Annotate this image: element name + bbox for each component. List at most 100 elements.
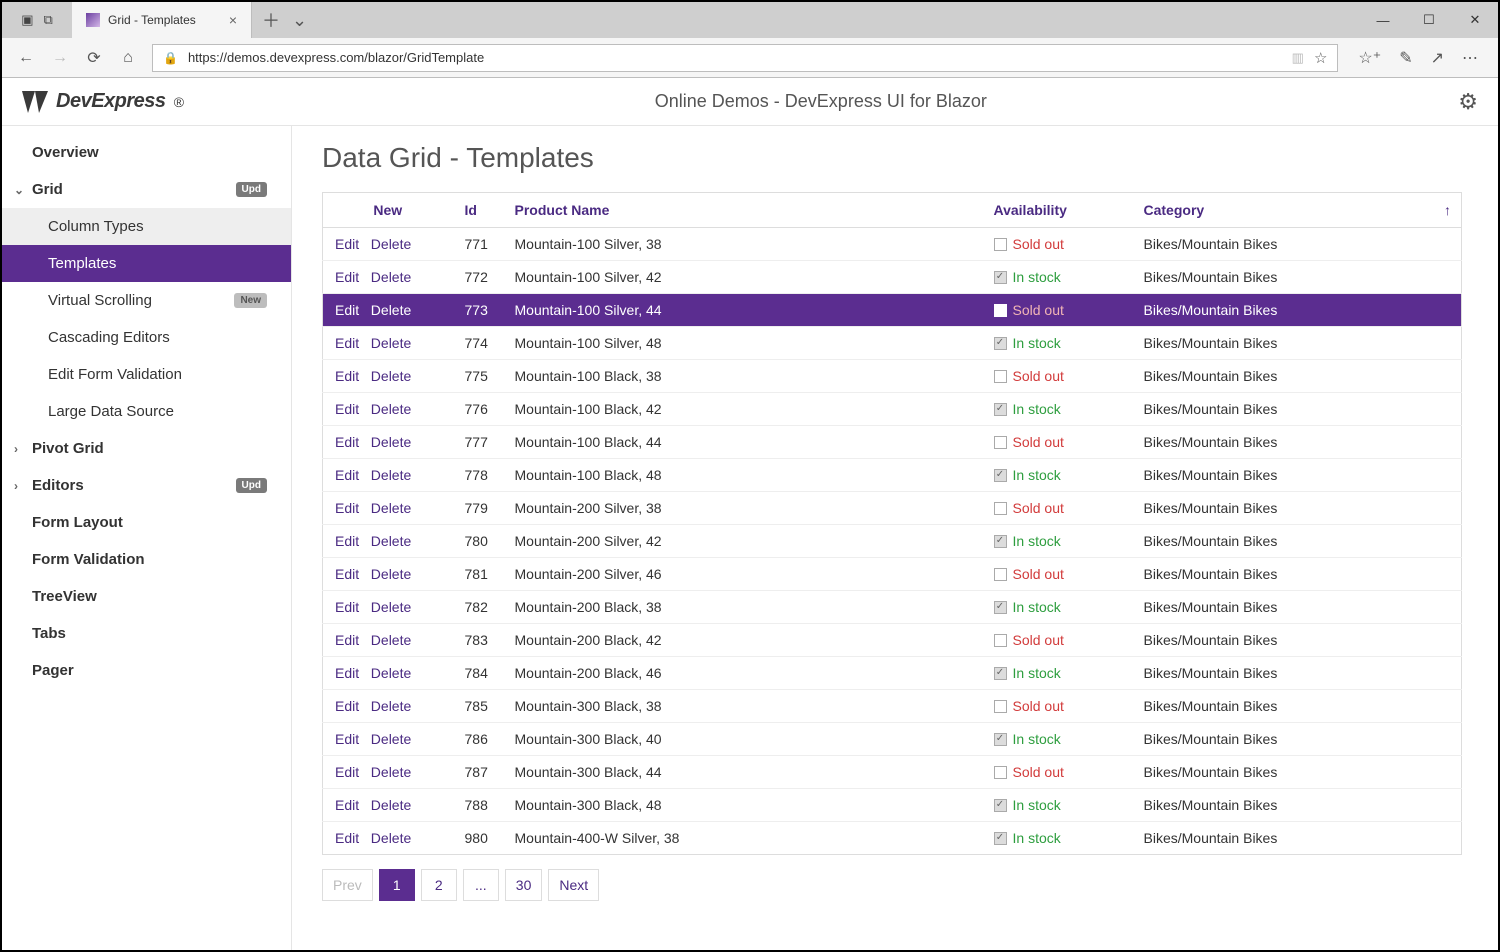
table-row[interactable]: Edit Delete786Mountain-300 Black, 40✓In … bbox=[323, 723, 1462, 756]
tab-dropdown-icon[interactable]: ⌄ bbox=[292, 10, 307, 31]
edit-button[interactable]: Edit bbox=[335, 731, 359, 747]
pager-prev[interactable]: Prev bbox=[322, 869, 373, 901]
edit-button[interactable]: Edit bbox=[335, 401, 359, 417]
sidebar-item-pager[interactable]: Pager bbox=[2, 652, 291, 689]
window-maximize-button[interactable]: ☐ bbox=[1406, 2, 1452, 38]
table-row[interactable]: Edit Delete787Mountain-300 Black, 44Sold… bbox=[323, 756, 1462, 789]
table-row[interactable]: Edit Delete774Mountain-100 Silver, 48✓In… bbox=[323, 327, 1462, 360]
edit-button[interactable]: Edit bbox=[335, 236, 359, 252]
table-row[interactable]: Edit Delete778Mountain-100 Black, 48✓In … bbox=[323, 459, 1462, 492]
sidebar-group-editors[interactable]: › Editors Upd bbox=[2, 467, 291, 504]
favorite-star-icon[interactable]: ☆ bbox=[1314, 49, 1327, 67]
pager-ellipsis[interactable]: ... bbox=[463, 869, 499, 901]
table-row[interactable]: Edit Delete784Mountain-200 Black, 46✓In … bbox=[323, 657, 1462, 690]
col-header-id[interactable]: Id bbox=[453, 193, 503, 228]
delete-button[interactable]: Delete bbox=[371, 830, 411, 846]
col-header-product[interactable]: Product Name bbox=[503, 193, 982, 228]
edit-button[interactable]: Edit bbox=[335, 467, 359, 483]
edit-button[interactable]: Edit bbox=[335, 764, 359, 780]
pager-page-2[interactable]: 2 bbox=[421, 869, 457, 901]
nav-forward-button[interactable]: → bbox=[50, 49, 70, 67]
delete-button[interactable]: Delete bbox=[371, 467, 411, 483]
browser-tab-active[interactable]: Grid - Templates × bbox=[72, 2, 252, 38]
more-icon[interactable]: ⋯ bbox=[1462, 48, 1478, 68]
delete-button[interactable]: Delete bbox=[371, 797, 411, 813]
edit-button[interactable]: Edit bbox=[335, 698, 359, 714]
sidebar-item-templates[interactable]: Templates bbox=[2, 245, 291, 282]
table-row[interactable]: Edit Delete773Mountain-100 Silver, 44Sol… bbox=[323, 294, 1462, 327]
table-row[interactable]: Edit Delete771Mountain-100 Silver, 38Sol… bbox=[323, 228, 1462, 261]
reading-view-icon[interactable]: ▥ bbox=[1292, 50, 1304, 66]
sidebar-group-pivot-grid[interactable]: › Pivot Grid bbox=[2, 430, 291, 467]
sidebar-item-column-types[interactable]: Column Types bbox=[2, 208, 291, 245]
url-input[interactable] bbox=[188, 50, 1282, 65]
table-row[interactable]: Edit Delete779Mountain-200 Silver, 38Sol… bbox=[323, 492, 1462, 525]
delete-button[interactable]: Delete bbox=[371, 533, 411, 549]
table-row[interactable]: Edit Delete782Mountain-200 Black, 38✓In … bbox=[323, 591, 1462, 624]
edit-button[interactable]: Edit bbox=[335, 599, 359, 615]
sidebar-item-overview[interactable]: Overview bbox=[2, 134, 291, 171]
edit-button[interactable]: Edit bbox=[335, 533, 359, 549]
new-button[interactable]: New bbox=[335, 202, 441, 218]
edit-button[interactable]: Edit bbox=[335, 302, 359, 318]
sidebar-item-form-layout[interactable]: Form Layout bbox=[2, 504, 291, 541]
table-row[interactable]: Edit Delete772Mountain-100 Silver, 42✓In… bbox=[323, 261, 1462, 294]
window-newtab-icon[interactable]: ⧉ bbox=[44, 12, 53, 28]
delete-button[interactable]: Delete bbox=[371, 269, 411, 285]
delete-button[interactable]: Delete bbox=[371, 500, 411, 516]
nav-home-button[interactable]: ⌂ bbox=[118, 49, 138, 67]
table-row[interactable]: Edit Delete777Mountain-100 Black, 44Sold… bbox=[323, 426, 1462, 459]
table-row[interactable]: Edit Delete788Mountain-300 Black, 48✓In … bbox=[323, 789, 1462, 822]
sidebar-item-large-data-source[interactable]: Large Data Source bbox=[2, 393, 291, 430]
nav-refresh-button[interactable]: ⟳ bbox=[84, 48, 104, 68]
table-row[interactable]: Edit Delete775Mountain-100 Black, 38Sold… bbox=[323, 360, 1462, 393]
delete-button[interactable]: Delete bbox=[371, 566, 411, 582]
sidebar-item-edit-form-validation[interactable]: Edit Form Validation bbox=[2, 356, 291, 393]
sidebar-item-treeview[interactable]: TreeView bbox=[2, 578, 291, 615]
delete-button[interactable]: Delete bbox=[371, 368, 411, 384]
brand[interactable]: DevExpress® bbox=[22, 90, 183, 113]
edit-button[interactable]: Edit bbox=[335, 500, 359, 516]
sidebar-item-cascading-editors[interactable]: Cascading Editors bbox=[2, 319, 291, 356]
col-header-availability[interactable]: Availability bbox=[982, 193, 1132, 228]
window-stack-icon[interactable]: ▣ bbox=[21, 12, 33, 28]
edit-button[interactable]: Edit bbox=[335, 665, 359, 681]
share-icon[interactable]: ↗ bbox=[1431, 48, 1444, 68]
settings-gear-icon[interactable]: ⚙ bbox=[1458, 89, 1478, 115]
table-row[interactable]: Edit Delete781Mountain-200 Silver, 46Sol… bbox=[323, 558, 1462, 591]
delete-button[interactable]: Delete bbox=[371, 401, 411, 417]
table-row[interactable]: Edit Delete980Mountain-400-W Silver, 38✓… bbox=[323, 822, 1462, 855]
sidebar-item-virtual-scrolling[interactable]: Virtual Scrolling New bbox=[2, 282, 291, 319]
delete-button[interactable]: Delete bbox=[371, 764, 411, 780]
edit-button[interactable]: Edit bbox=[335, 830, 359, 846]
delete-button[interactable]: Delete bbox=[371, 599, 411, 615]
window-minimize-button[interactable]: — bbox=[1360, 2, 1406, 38]
col-header-category[interactable]: Category↑ bbox=[1132, 193, 1462, 228]
edit-button[interactable]: Edit bbox=[335, 368, 359, 384]
pager-page-last[interactable]: 30 bbox=[505, 869, 543, 901]
delete-button[interactable]: Delete bbox=[371, 698, 411, 714]
delete-button[interactable]: Delete bbox=[371, 236, 411, 252]
window-close-button[interactable]: ✕ bbox=[1452, 2, 1498, 38]
notes-icon[interactable]: ✎ bbox=[1399, 48, 1412, 68]
edit-button[interactable]: Edit bbox=[335, 566, 359, 582]
delete-button[interactable]: Delete bbox=[371, 434, 411, 450]
edit-button[interactable]: Edit bbox=[335, 797, 359, 813]
delete-button[interactable]: Delete bbox=[371, 335, 411, 351]
sidebar-item-tabs[interactable]: Tabs bbox=[2, 615, 291, 652]
table-row[interactable]: Edit Delete780Mountain-200 Silver, 42✓In… bbox=[323, 525, 1462, 558]
edit-button[interactable]: Edit bbox=[335, 269, 359, 285]
favorites-icon[interactable]: ☆⁺ bbox=[1358, 48, 1381, 68]
sidebar-group-grid[interactable]: ⌄ Grid Upd bbox=[2, 171, 291, 208]
edit-button[interactable]: Edit bbox=[335, 632, 359, 648]
delete-button[interactable]: Delete bbox=[371, 665, 411, 681]
url-box[interactable]: 🔒 ▥ ☆ bbox=[152, 44, 1338, 72]
nav-back-button[interactable]: ← bbox=[16, 49, 36, 67]
table-row[interactable]: Edit Delete776Mountain-100 Black, 42✓In … bbox=[323, 393, 1462, 426]
pager-next[interactable]: Next bbox=[548, 869, 599, 901]
delete-button[interactable]: Delete bbox=[371, 731, 411, 747]
table-row[interactable]: Edit Delete785Mountain-300 Black, 38Sold… bbox=[323, 690, 1462, 723]
delete-button[interactable]: Delete bbox=[371, 632, 411, 648]
edit-button[interactable]: Edit bbox=[335, 434, 359, 450]
table-row[interactable]: Edit Delete783Mountain-200 Black, 42Sold… bbox=[323, 624, 1462, 657]
